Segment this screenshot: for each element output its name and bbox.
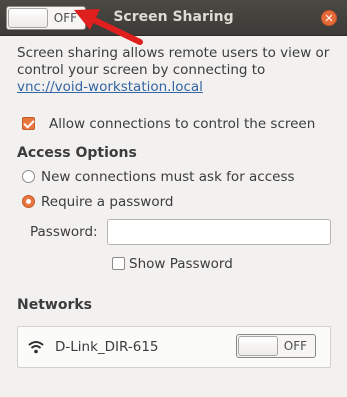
access-options-title: Access Options — [17, 145, 137, 161]
networks-title: Networks — [17, 297, 93, 313]
allow-control-row[interactable]: Allow connections to control the screen — [22, 116, 315, 132]
window-title: Screen Sharing — [113, 9, 234, 25]
vnc-link[interactable]: vnc://void-workstation.local — [17, 79, 203, 95]
network-toggle[interactable]: OFF — [236, 334, 316, 358]
title-bar: OFF Screen Sharing ✕ — [0, 0, 347, 36]
password-label: Password: — [30, 224, 98, 240]
screen-sharing-dialog: OFF Screen Sharing ✕ Screen sharing allo… — [0, 0, 347, 397]
show-password-row[interactable]: Show Password — [112, 256, 233, 272]
password-field[interactable] — [107, 219, 331, 245]
show-password-checkbox[interactable] — [112, 257, 125, 270]
radio-ask-access-button[interactable] — [22, 170, 35, 183]
wifi-icon — [28, 341, 44, 354]
network-toggle-knob[interactable] — [238, 336, 278, 356]
allow-control-label: Allow connections to control the screen — [49, 116, 316, 132]
network-name: D-Link_DIR-615 — [55, 339, 159, 355]
show-password-label: Show Password — [129, 256, 233, 272]
allow-control-checkbox[interactable] — [22, 117, 35, 130]
network-list: D-Link_DIR-615 OFF — [17, 326, 331, 368]
radio-require-password-label: Require a password — [41, 194, 174, 210]
description-text: Screen sharing allows remote users to vi… — [17, 45, 337, 96]
radio-require-password[interactable]: Require a password — [22, 194, 173, 210]
radio-ask-access[interactable]: New connections must ask for access — [22, 169, 295, 185]
radio-require-password-button[interactable] — [22, 195, 35, 208]
radio-ask-access-label: New connections must ask for access — [41, 169, 295, 185]
network-toggle-state: OFF — [283, 339, 307, 353]
close-icon[interactable]: ✕ — [321, 10, 337, 26]
description-body: Screen sharing allows remote users to vi… — [17, 45, 330, 78]
